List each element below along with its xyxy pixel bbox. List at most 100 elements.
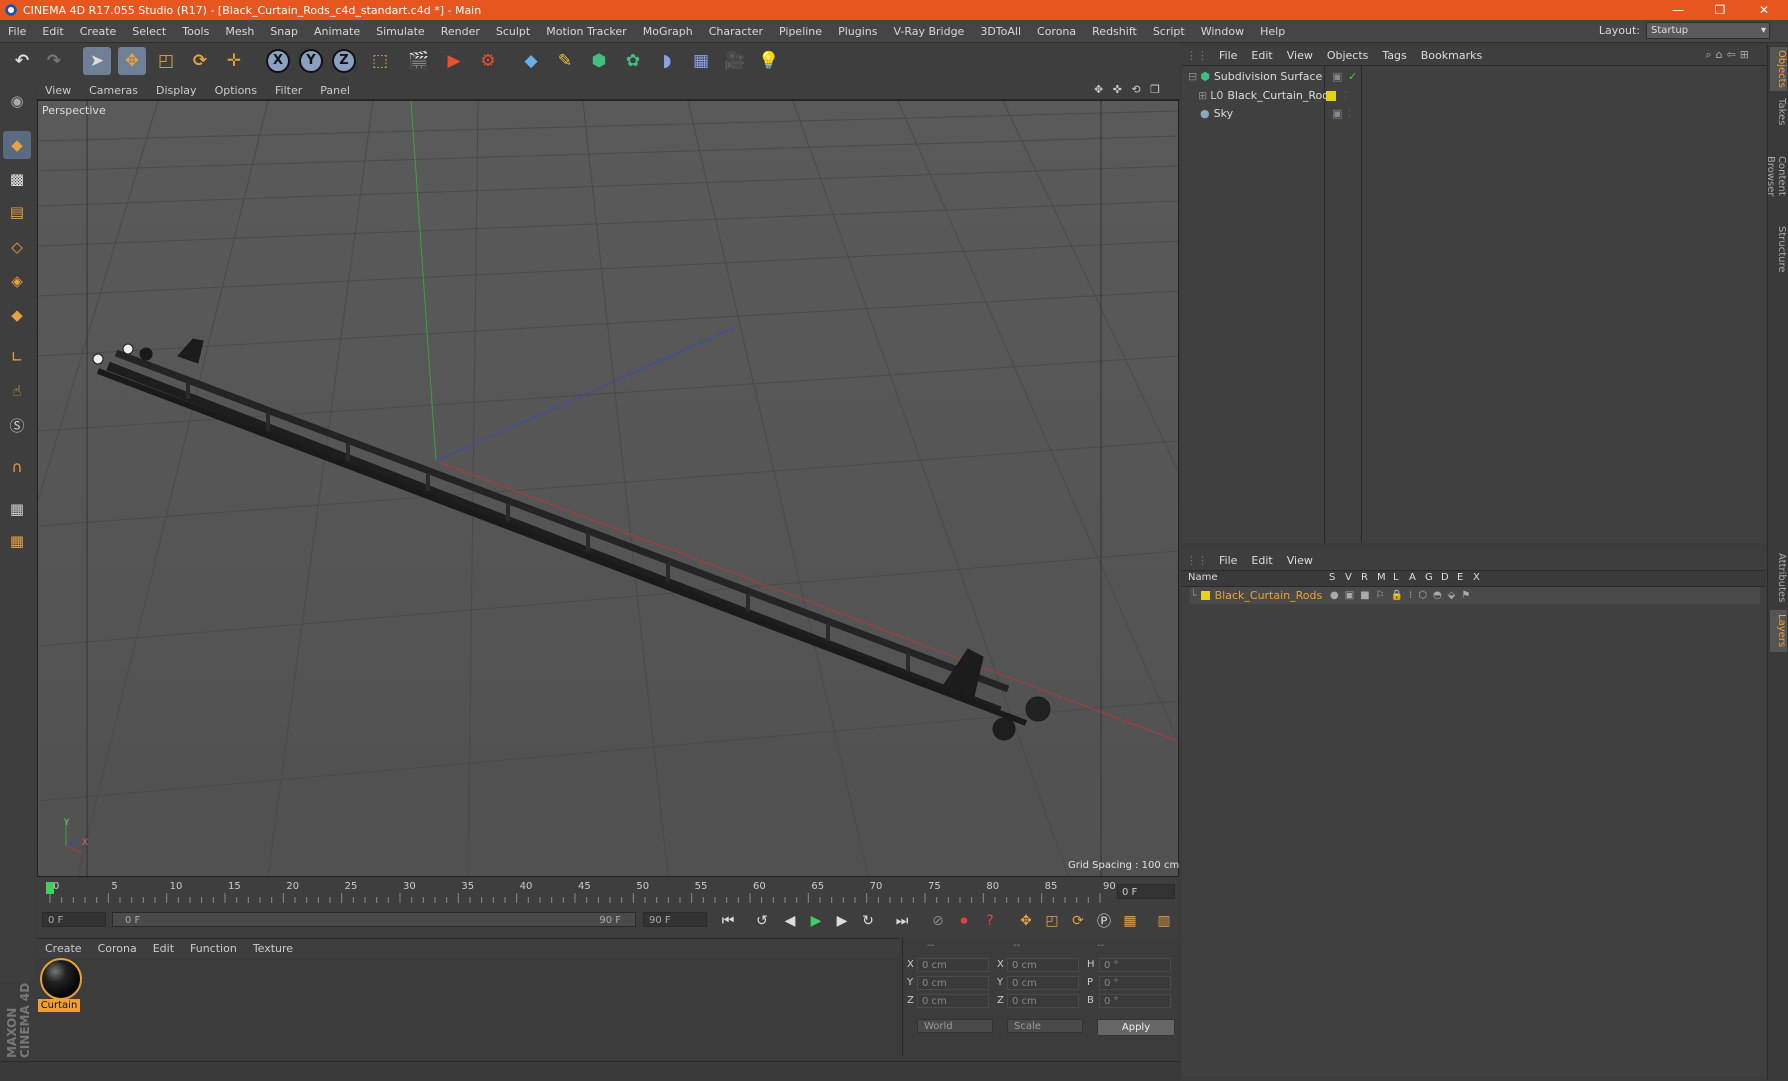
camera-icon[interactable]: 🎥 — [721, 47, 749, 75]
axis-y-icon[interactable]: Y — [297, 47, 325, 75]
menu-edit[interactable]: Edit — [34, 25, 71, 38]
go-to-start-icon[interactable]: ⏮ — [716, 909, 740, 933]
layer-col-v[interactable]: V — [1345, 572, 1352, 583]
next-key-icon[interactable]: ↻ — [856, 909, 880, 933]
light-icon[interactable]: 💡 — [755, 47, 783, 75]
material-menu-function[interactable]: Function — [182, 942, 245, 955]
menu-script[interactable]: Script — [1145, 25, 1193, 38]
viewport-menu-options[interactable]: Options — [206, 84, 266, 97]
select-pointer-icon[interactable]: ➤ — [83, 47, 111, 75]
viewport-menu-cameras[interactable]: Cameras — [80, 84, 147, 97]
key-parameter-icon[interactable]: Ⓟ — [1092, 909, 1116, 933]
coord-size-y-field[interactable]: 0 cm — [1007, 976, 1079, 990]
start-frame-field[interactable]: 0 F — [42, 912, 106, 927]
layout-dropdown[interactable]: Startup — [1646, 22, 1770, 39]
subdivision-icon[interactable]: ⬢ — [585, 47, 613, 75]
play-icon[interactable]: ▶ — [804, 909, 828, 933]
menu-snap[interactable]: Snap — [262, 25, 306, 38]
render-dots-icon[interactable]: ⁚ — [1348, 109, 1351, 119]
minimize-button[interactable]: — — [1658, 0, 1698, 20]
coord-pos-y-field[interactable]: 0 cm — [917, 976, 989, 990]
layer-col-a[interactable]: A — [1409, 572, 1416, 583]
coord-rot-p-field[interactable]: 0 ° — [1099, 976, 1171, 990]
menu-mograph[interactable]: MoGraph — [635, 25, 701, 38]
key-rotation-icon[interactable]: ⟳ — [1066, 909, 1090, 933]
render-settings-icon[interactable]: ⚙ — [474, 47, 502, 75]
menu-create[interactable]: Create — [72, 25, 125, 38]
pen-icon[interactable]: ✎ — [551, 47, 579, 75]
tab-objects[interactable]: Objects — [1770, 47, 1787, 91]
layer-flag-icons[interactable]: ●▣■⚐🔒⁝⬡◓⬙⚑ — [1330, 590, 1476, 601]
undo-icon[interactable]: ↶ — [8, 47, 36, 75]
object-name[interactable]: Sky — [1214, 107, 1233, 120]
expand-icon[interactable]: ⊞ — [1198, 89, 1207, 102]
menu-sculpt[interactable]: Sculpt — [488, 25, 538, 38]
scale-icon[interactable]: ◰ — [152, 47, 180, 75]
grid-snap-icon[interactable]: ▦ — [3, 527, 31, 555]
collapse-icon[interactable]: ⊟ — [1188, 70, 1197, 83]
tab-attributes[interactable]: Attributes — [1770, 550, 1787, 606]
coord-rot-b-field[interactable]: 0 ° — [1099, 994, 1171, 1008]
previous-frame-icon[interactable]: ◀ — [778, 909, 802, 933]
edges-mode-icon[interactable]: ◈ — [3, 267, 31, 295]
object-row-curtain-rods[interactable]: ⊞ L0 Black_Curtain_Rods ⁚ — [1198, 87, 1347, 104]
object-name[interactable]: Subdivision Surface — [1214, 70, 1322, 83]
render-picture-viewer-icon[interactable]: ▶ — [440, 47, 468, 75]
viewport-menu-panel[interactable]: Panel — [311, 84, 359, 97]
make-editable-icon[interactable]: ◉ — [3, 87, 31, 115]
layer-col-r[interactable]: R — [1361, 572, 1368, 583]
deformer-icon[interactable]: ◗ — [653, 47, 681, 75]
key-scale-icon[interactable]: ◰ — [1040, 909, 1064, 933]
visibility-dots-icon[interactable]: ▣ — [1332, 70, 1342, 83]
timeline-window-icon[interactable]: ▥ — [1152, 909, 1176, 933]
menu-vray-bridge[interactable]: V-Ray Bridge — [885, 25, 972, 38]
restore-button[interactable]: ❐ — [1700, 0, 1740, 20]
current-frame-field[interactable]: 0 F — [1117, 884, 1175, 899]
transform-icon[interactable]: ✛ — [220, 47, 248, 75]
axis-x-icon[interactable]: X — [264, 47, 292, 75]
end-frame-field[interactable]: 90 F — [643, 912, 707, 927]
visibility-dots-icon[interactable]: ⁚ — [1344, 91, 1347, 101]
axis-z-icon[interactable]: Z — [330, 47, 358, 75]
layer-color-swatch[interactable] — [1200, 591, 1210, 600]
go-to-end-icon[interactable]: ⏭ — [890, 909, 914, 933]
object-menu-file[interactable]: File — [1212, 49, 1244, 62]
layer-menu-view[interactable]: View — [1280, 554, 1320, 567]
object-menu-view[interactable]: View — [1280, 49, 1320, 62]
rotate-icon[interactable]: ⟳ — [186, 47, 214, 75]
tab-content-browser[interactable]: Content Browser — [1765, 135, 1787, 217]
floor-icon[interactable]: ▦ — [687, 47, 715, 75]
layer-menu-file[interactable]: File — [1212, 554, 1244, 567]
layer-name[interactable]: Black_Curtain_Rods — [1215, 589, 1323, 602]
menu-motion-tracker[interactable]: Motion Tracker — [538, 25, 634, 38]
menu-select[interactable]: Select — [124, 25, 174, 38]
menu-pipeline[interactable]: Pipeline — [771, 25, 830, 38]
coord-pos-x-field[interactable]: 0 cm — [917, 958, 989, 972]
visibility-dots-icon[interactable]: ▣ — [1332, 107, 1342, 120]
enabled-check-icon[interactable]: ✓ — [1348, 70, 1357, 83]
layer-col-e[interactable]: E — [1457, 572, 1463, 583]
menu-tools[interactable]: Tools — [174, 25, 217, 38]
tab-takes[interactable]: Takes — [1770, 95, 1787, 129]
menu-3dtoall[interactable]: 3DToAll — [972, 25, 1029, 38]
object-search-icon[interactable]: ⌕⌂⇦⊞ — [1698, 48, 1760, 62]
coord-pos-z-field[interactable]: 0 cm — [917, 994, 989, 1008]
menu-corona[interactable]: Corona — [1029, 25, 1084, 38]
material-name[interactable]: Curtain — [38, 999, 80, 1012]
coord-size-z-field[interactable]: 0 cm — [1007, 994, 1079, 1008]
object-menu-tags[interactable]: Tags — [1375, 49, 1413, 62]
object-menu-bookmarks[interactable]: Bookmarks — [1414, 49, 1489, 62]
menu-window[interactable]: Window — [1193, 25, 1252, 38]
viewport-menu-display[interactable]: Display — [147, 84, 206, 97]
coord-rot-h-field[interactable]: 0 ° — [1099, 958, 1171, 972]
material-menu-texture[interactable]: Texture — [245, 942, 301, 955]
menu-animate[interactable]: Animate — [306, 25, 368, 38]
object-menu-edit[interactable]: Edit — [1244, 49, 1279, 62]
layer-menu-edit[interactable]: Edit — [1244, 554, 1279, 567]
menu-character[interactable]: Character — [701, 25, 771, 38]
object-menu-objects[interactable]: Objects — [1320, 49, 1376, 62]
layer-col-m[interactable]: M — [1377, 572, 1386, 583]
material-menu-edit[interactable]: Edit — [145, 942, 182, 955]
layer-col-d[interactable]: D — [1441, 572, 1449, 583]
points-mode-icon[interactable]: ◇ — [3, 233, 31, 261]
